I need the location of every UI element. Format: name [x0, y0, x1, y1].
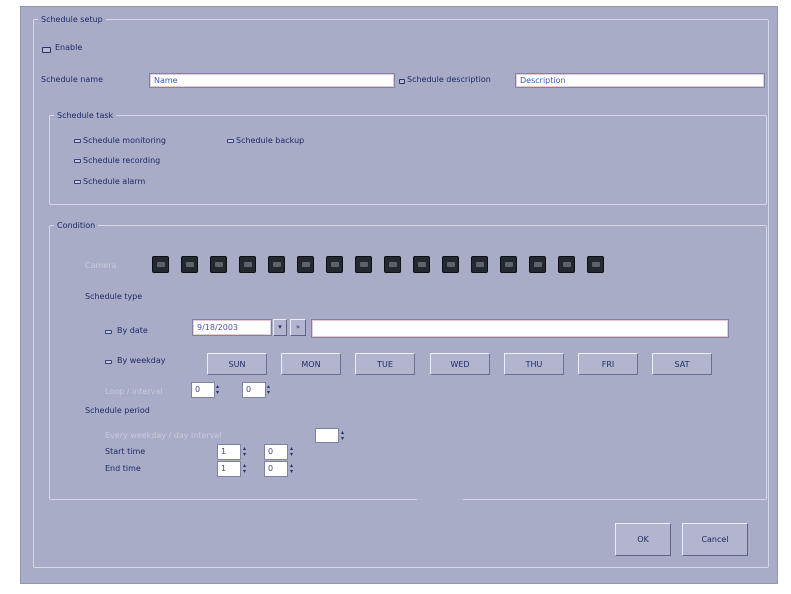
camera-icon — [360, 262, 368, 267]
camera-icon — [331, 262, 339, 267]
loop-interval-label: Loop / interval — [105, 387, 163, 396]
weekday-wed-button[interactable]: WED — [430, 353, 490, 375]
camera-button-3[interactable] — [210, 256, 227, 273]
loop-value-2-arrows-icon[interactable]: ▴ ▾ — [267, 384, 273, 396]
camera-button-row — [152, 256, 612, 273]
camera-label: Camera — [85, 261, 117, 270]
condition-legend: Condition — [57, 221, 96, 230]
task-alarm-radio[interactable] — [74, 180, 81, 184]
camera-button-16[interactable] — [587, 256, 604, 273]
by-date-radio[interactable] — [105, 330, 112, 334]
task-alarm-label: Schedule alarm — [83, 177, 146, 186]
chevron-down-icon: ▾ — [278, 323, 282, 331]
task-backup-label: Schedule backup — [236, 136, 305, 145]
task-backup-radio[interactable] — [227, 139, 234, 143]
schedule-name-label: Schedule name — [41, 75, 103, 84]
camera-icon — [418, 262, 426, 267]
task-monitoring-radio[interactable] — [74, 139, 81, 143]
camera-button-1[interactable] — [152, 256, 169, 273]
camera-icon — [563, 262, 571, 267]
period-interval-label: Every weekday / day interval — [105, 431, 222, 440]
date-list-field[interactable] — [311, 319, 729, 338]
schedule-description-input[interactable] — [515, 73, 765, 88]
schedule-setup-legend: Schedule setup — [41, 15, 103, 24]
schedule-type-label: Schedule type — [85, 292, 143, 301]
weekday-thu-button[interactable]: THU — [504, 353, 564, 375]
camera-icon — [505, 262, 513, 267]
enable-label: Enable — [55, 43, 83, 52]
camera-button-14[interactable] — [529, 256, 546, 273]
camera-button-6[interactable] — [297, 256, 314, 273]
task-recording-radio[interactable] — [74, 159, 81, 163]
end-time-label: End time — [105, 464, 141, 473]
camera-button-7[interactable] — [326, 256, 343, 273]
task-recording-label: Schedule recording — [83, 156, 161, 165]
start-minute-spinner[interactable]: 0 — [264, 444, 288, 460]
camera-icon — [476, 262, 484, 267]
camera-button-13[interactable] — [500, 256, 517, 273]
loop-value-2-spinner[interactable]: 0 — [242, 382, 266, 398]
enable-checkbox[interactable] — [42, 47, 51, 53]
schedule-task-legend: Schedule task — [57, 111, 114, 120]
schedule-period-label: Schedule period — [85, 406, 150, 415]
by-date-label: By date — [117, 326, 148, 335]
camera-button-2[interactable] — [181, 256, 198, 273]
by-weekday-label: By weekday — [117, 356, 166, 365]
period-interval-arrows-icon[interactable]: ▴ ▾ — [341, 430, 347, 442]
camera-icon — [244, 262, 252, 267]
camera-icon — [592, 262, 600, 267]
start-minute-arrows-icon[interactable]: ▴ ▾ — [290, 446, 296, 458]
loop-value-1-spinner[interactable]: 0 — [191, 382, 215, 398]
camera-icon — [302, 262, 310, 267]
add-date-button[interactable]: » — [290, 319, 306, 336]
camera-button-4[interactable] — [239, 256, 256, 273]
by-weekday-radio[interactable] — [105, 360, 112, 364]
condition-border-gap — [417, 491, 463, 501]
end-minute-spinner[interactable]: 0 — [264, 461, 288, 477]
date-dropdown-button[interactable]: ▾ — [273, 319, 287, 336]
period-interval-input[interactable] — [315, 428, 339, 443]
description-marker-icon — [399, 79, 405, 84]
camera-button-5[interactable] — [268, 256, 285, 273]
camera-button-8[interactable] — [355, 256, 372, 273]
start-time-label: Start time — [105, 447, 146, 456]
ok-button[interactable]: OK — [615, 523, 671, 556]
camera-button-11[interactable] — [442, 256, 459, 273]
end-hour-spinner[interactable]: 1 — [217, 461, 241, 477]
camera-button-12[interactable] — [471, 256, 488, 273]
weekday-sun-button[interactable]: SUN — [207, 353, 267, 375]
schedule-setup-dialog: Schedule setup Enable Schedule name Sche… — [20, 6, 778, 584]
start-hour-spinner[interactable]: 1 — [217, 444, 241, 460]
camera-button-15[interactable] — [558, 256, 575, 273]
camera-icon — [447, 262, 455, 267]
camera-icon — [389, 262, 397, 267]
schedule-description-label: Schedule description — [407, 75, 491, 84]
weekday-tue-button[interactable]: TUE — [355, 353, 415, 375]
camera-button-10[interactable] — [413, 256, 430, 273]
camera-icon — [186, 262, 194, 267]
camera-icon — [215, 262, 223, 267]
end-minute-arrows-icon[interactable]: ▴ ▾ — [290, 463, 296, 475]
arrow-right-icon: » — [295, 323, 301, 331]
camera-icon — [534, 262, 542, 267]
date-input[interactable] — [192, 319, 272, 336]
cancel-button[interactable]: Cancel — [682, 523, 748, 556]
camera-icon — [157, 262, 165, 267]
weekday-fri-button[interactable]: FRI — [578, 353, 638, 375]
camera-icon — [273, 262, 281, 267]
end-hour-arrows-icon[interactable]: ▴ ▾ — [243, 463, 249, 475]
weekday-sat-button[interactable]: SAT — [652, 353, 712, 375]
loop-value-1-arrows-icon[interactable]: ▴ ▾ — [216, 384, 222, 396]
schedule-name-input[interactable] — [149, 73, 395, 88]
weekday-mon-button[interactable]: MON — [281, 353, 341, 375]
task-monitoring-label: Schedule monitoring — [83, 136, 166, 145]
camera-button-9[interactable] — [384, 256, 401, 273]
start-hour-arrows-icon[interactable]: ▴ ▾ — [243, 446, 249, 458]
